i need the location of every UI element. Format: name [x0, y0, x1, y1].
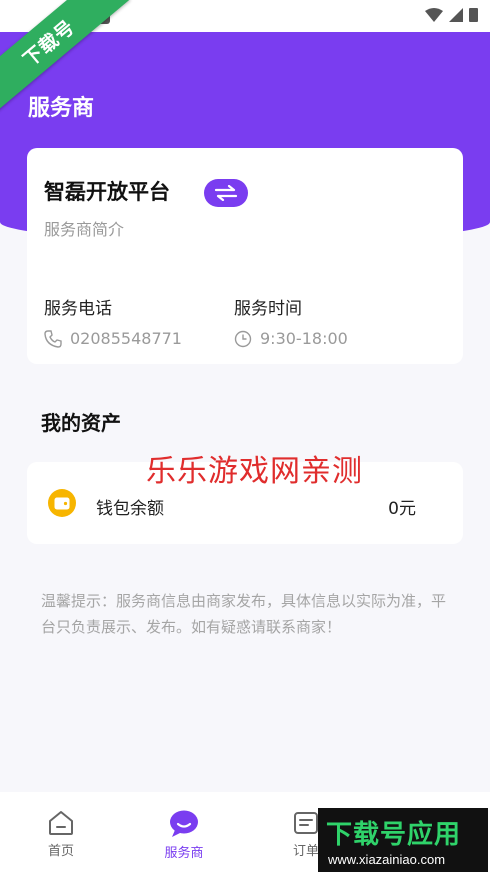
hours-text: 9:30-18:00 — [260, 329, 348, 348]
switch-merchant-button[interactable] — [204, 179, 248, 207]
merchant-intro-link[interactable]: 服务商简介 — [44, 216, 124, 240]
tab-orders-label: 订单 — [292, 844, 319, 859]
tab-service-provider[interactable]: 服务商 — [144, 810, 224, 861]
signal-icon — [449, 7, 463, 22]
status-icons — [425, 7, 478, 22]
phone-value[interactable]: 02085548771 — [44, 329, 182, 348]
chat-bubble-icon — [170, 810, 198, 837]
wallet-icon — [48, 489, 76, 517]
wallet-balance-label: 钱包余额 — [96, 499, 164, 519]
watermark-text: 乐乐游戏网亲测 — [146, 454, 363, 489]
merchant-name: 智磊开放平台 — [44, 180, 170, 204]
assets-section-title: 我的资产 — [41, 411, 121, 435]
clock-icon — [234, 330, 252, 347]
hours-label: 服务时间 — [234, 299, 302, 319]
merchant-card: 智磊开放平台 服务商简介 服务电话 02085548771 服务时间 9:30-… — [27, 148, 463, 364]
tip-text: 温馨提示：服务商信息由商家发布，具体信息以实际为准，平台只负责展示、发布。如有疑… — [41, 592, 447, 636]
order-icon — [294, 812, 318, 834]
phone-number: 02085548771 — [70, 329, 182, 348]
tab-home-label: 首页 — [47, 844, 74, 859]
wallet-balance-value: 0元 — [388, 499, 416, 519]
wifi-icon — [425, 7, 443, 22]
page-title: 服务商 — [28, 96, 95, 121]
banner-url: www.xiazainiao.com — [328, 852, 446, 867]
banner-title: 下载号应用 — [326, 820, 462, 850]
app-banner: 下载号应用 www.xiazainiao.com — [318, 808, 488, 872]
tab-service-provider-label: 服务商 — [164, 846, 204, 861]
battery-icon — [469, 8, 478, 22]
phone-icon — [44, 329, 62, 348]
swap-icon — [214, 185, 238, 201]
phone-label: 服务电话 — [44, 299, 112, 319]
tab-home[interactable]: 首页 — [21, 810, 101, 859]
hours-value: 9:30-18:00 — [234, 329, 348, 348]
home-icon — [49, 811, 73, 835]
